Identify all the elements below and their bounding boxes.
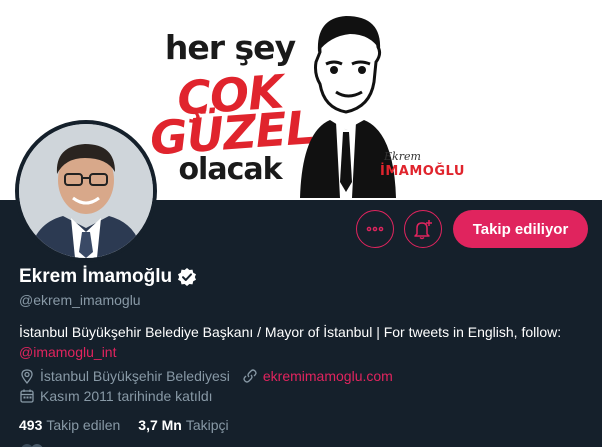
- joined-text: Kasım 2011 tarihinde katıldı: [40, 388, 213, 404]
- following-label: Takip edilen: [46, 417, 121, 433]
- signature-name: İMAMOĞLU: [380, 164, 465, 179]
- more-dots-icon: [366, 226, 384, 232]
- bio-text: İstanbul Büyükşehir Belediye Başkanı / M…: [19, 324, 562, 340]
- website-link[interactable]: ekremimamoglu.com: [263, 368, 393, 384]
- profile-name-row: Ekrem İmamoğlu: [19, 266, 197, 288]
- followers-label: Takipçi: [185, 417, 229, 433]
- joined-row: Kasım 2011 tarihinde katıldı: [19, 388, 225, 404]
- location-text: İstanbul Büyükşehir Belediyesi: [40, 368, 230, 384]
- followers-stat[interactable]: 3,7 Mn Takipçi: [138, 417, 228, 433]
- followers-you-know-avatars: [21, 444, 43, 447]
- following-count: 493: [19, 417, 43, 433]
- banner-signature: Ekrem İMAMOĞLU: [380, 150, 464, 190]
- verified-badge-icon: [178, 268, 197, 286]
- profile-handle: @ekrem_imamoglu: [19, 292, 141, 308]
- profile-stats: 493 Takip edilen 3,7 Mn Takipçi: [19, 417, 247, 433]
- profile-avatar[interactable]: [15, 120, 157, 262]
- bell-plus-icon: [414, 220, 432, 240]
- followers-count: 3,7 Mn: [138, 417, 182, 433]
- avatar-photo: [19, 124, 153, 258]
- bio-mention-link[interactable]: @imamoglu_int: [19, 344, 116, 360]
- notifications-button[interactable]: [404, 210, 442, 248]
- location-pin-icon: [21, 369, 33, 384]
- profile-bio: İstanbul Büyükşehir Belediye Başkanı / M…: [19, 322, 589, 362]
- slogan-line-4: olacak: [178, 152, 282, 187]
- location-item: İstanbul Büyükşehir Belediyesi: [19, 368, 230, 384]
- following-button[interactable]: Takip ediliyor: [453, 210, 588, 248]
- link-icon: [243, 369, 257, 383]
- slogan-line-1: her şey: [164, 28, 296, 67]
- profile-meta-row: İstanbul Büyükşehir Belediyesi ekremimam…: [19, 368, 405, 384]
- website-item[interactable]: ekremimamoglu.com: [242, 368, 393, 384]
- calendar-icon: [20, 389, 34, 403]
- profile-name: Ekrem İmamoğlu: [19, 266, 173, 287]
- signature-script: Ekrem: [384, 150, 421, 163]
- joined-item: Kasım 2011 tarihinde katıldı: [19, 388, 213, 404]
- following-stat[interactable]: 493 Takip edilen: [19, 417, 120, 433]
- more-options-button[interactable]: [356, 210, 394, 248]
